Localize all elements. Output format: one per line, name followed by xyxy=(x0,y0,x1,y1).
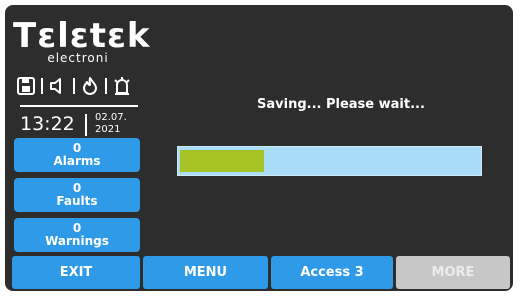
icon-separator xyxy=(41,78,43,94)
alarms-button[interactable]: 0 Alarms xyxy=(14,138,140,172)
clock-time: 13:22 xyxy=(20,113,75,135)
icon-separator xyxy=(73,78,75,94)
clock: 13:22 02.07. 2021 xyxy=(15,110,145,138)
warnings-button[interactable]: 0 Warnings xyxy=(14,218,140,252)
panel-screen: Tεlεtεk electroni 13:22 02.07. 2021 0 Al… xyxy=(5,5,513,291)
clock-date-day-month: 02.07. xyxy=(95,112,127,123)
more-button[interactable]: MORE xyxy=(396,256,510,289)
speaker-icon xyxy=(50,78,61,94)
divider xyxy=(20,105,138,107)
brand-name: Tεlεtεk xyxy=(13,16,151,56)
warnings-label: Warnings xyxy=(45,234,109,248)
exit-button[interactable]: EXIT xyxy=(12,256,140,289)
siren-icon xyxy=(114,77,130,95)
brand-logo: Tεlεtεk electroni xyxy=(13,16,151,65)
access-level-button[interactable]: Access 3 xyxy=(271,256,393,289)
icon-separator xyxy=(105,78,107,94)
clock-date: 02.07. 2021 xyxy=(95,112,127,136)
progress-fill xyxy=(180,150,264,172)
faults-button[interactable]: 0 Faults xyxy=(14,178,140,212)
faults-label: Faults xyxy=(56,194,98,208)
floppy-disk-icon xyxy=(17,77,35,95)
device-frame: Tεlεtεk electroni 13:22 02.07. 2021 0 Al… xyxy=(0,0,518,296)
clock-divider xyxy=(85,114,87,136)
status-icon-bar xyxy=(16,74,140,98)
fire-icon xyxy=(83,77,97,95)
menu-button[interactable]: MENU xyxy=(143,256,268,289)
alarms-label: Alarms xyxy=(53,154,101,168)
clock-date-year: 2021 xyxy=(95,124,121,135)
status-message: Saving... Please wait... xyxy=(257,97,425,112)
progress-bar xyxy=(177,146,482,176)
